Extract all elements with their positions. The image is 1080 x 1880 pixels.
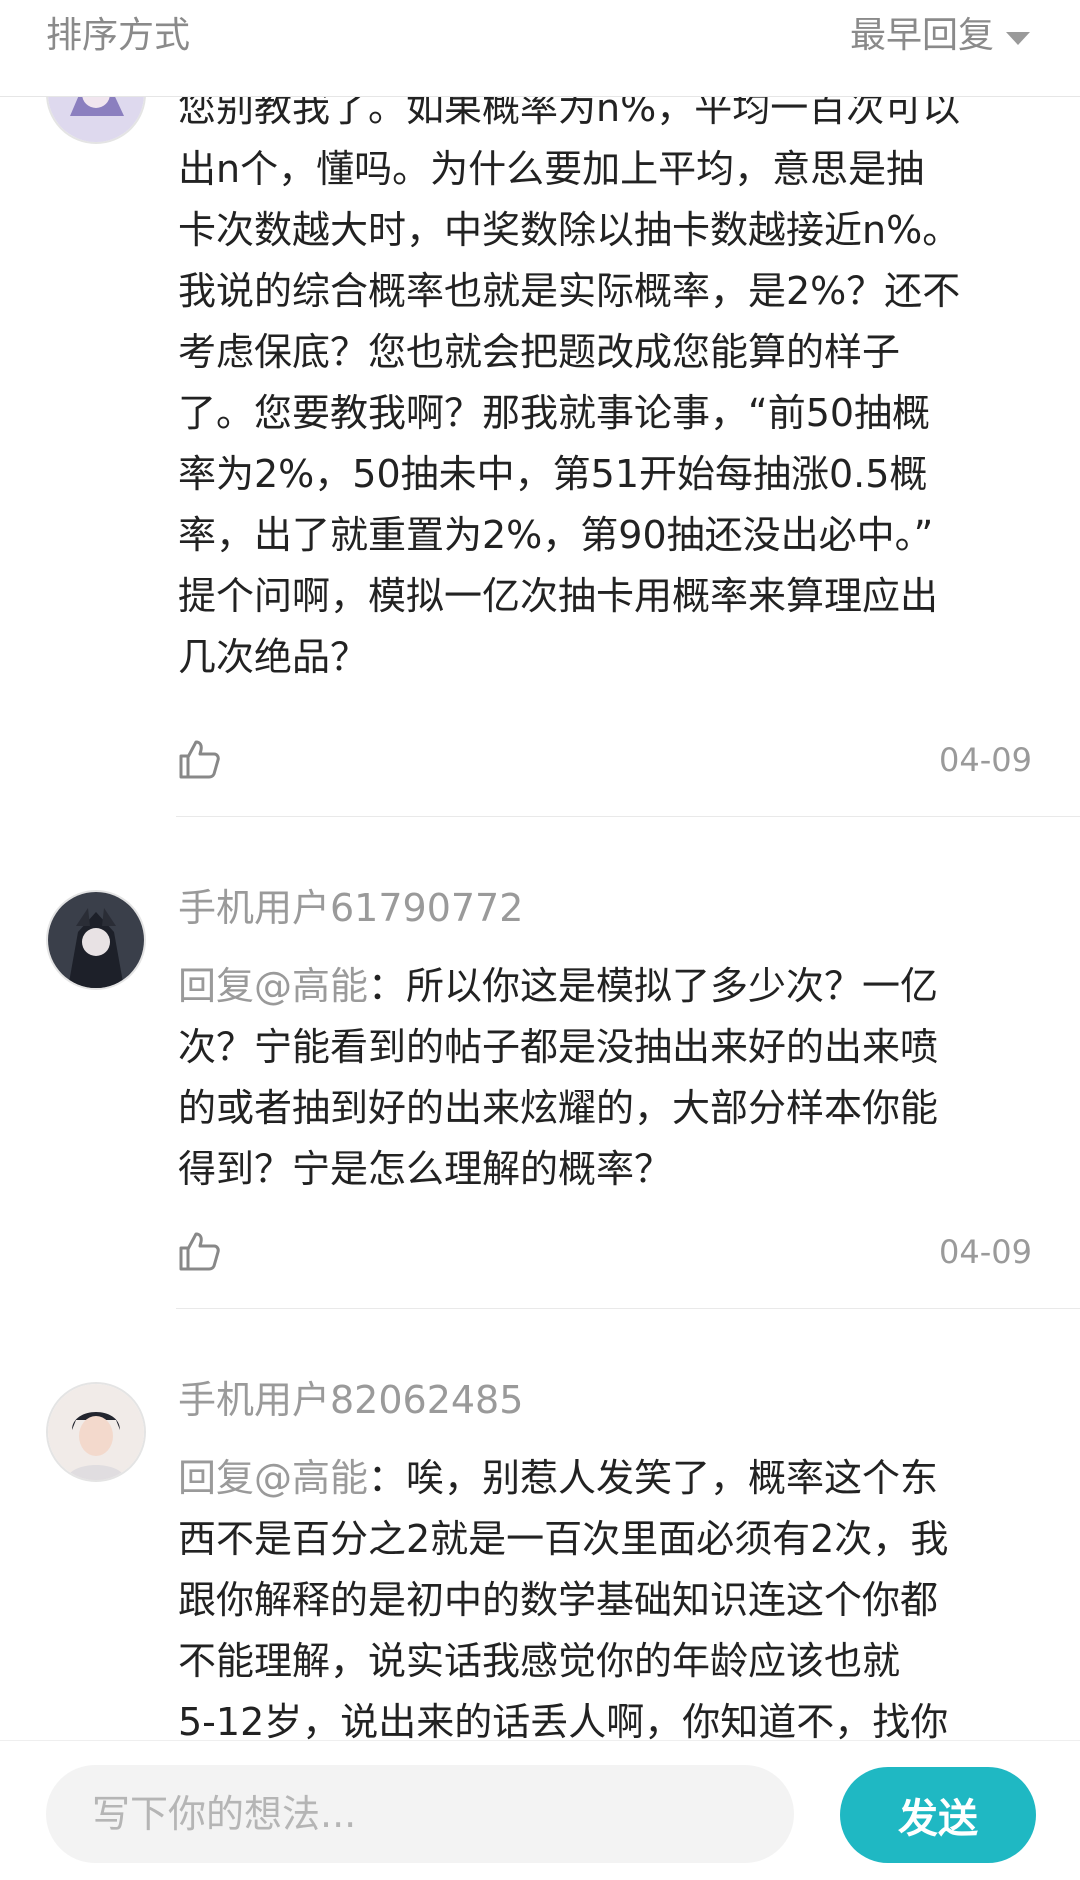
sort-value[interactable]: 最早回复	[850, 14, 994, 58]
sort-bar: 排序方式 最早回复	[0, 0, 1080, 97]
comment-text: 您别教我了。如果概率为n%，平均一百次可以 出n个，懂吗。为什么要加上平均，意思…	[178, 78, 1038, 688]
comment-date: 04-09	[939, 741, 1032, 779]
divider	[176, 1308, 1080, 1309]
send-button[interactable]: 发送	[840, 1767, 1036, 1863]
comment-input[interactable]	[46, 1765, 794, 1863]
sort-label: 排序方式	[46, 15, 191, 56]
thumbs-up-icon[interactable]	[176, 1228, 222, 1274]
reply-prefix[interactable]: 回复@高能	[178, 1456, 368, 1500]
comment-date: 04-09	[939, 1233, 1032, 1271]
comment-composer: 发送	[0, 1740, 1080, 1880]
comment-content: 您别教我了。如果概率为n%，平均一百次可以 出n个，懂吗。为什么要加上平均，意思…	[178, 86, 961, 679]
username[interactable]: 手机用户82062485	[178, 1376, 523, 1424]
avatar[interactable]	[46, 890, 146, 990]
reply-prefix[interactable]: 回复@高能	[178, 964, 368, 1008]
caret-down-icon[interactable]	[1006, 31, 1030, 45]
divider	[176, 816, 1080, 817]
sort-dropdown[interactable]: 最早回复	[850, 14, 1030, 58]
comment-text: 回复@高能：所以你这是模拟了多少次？一亿 次？宁能看到的帖子都是没抽出来好的出来…	[178, 956, 1038, 1200]
username[interactable]: 手机用户61790772	[178, 884, 523, 932]
comment-text: 回复@高能：唉，别惹人发笑了，概率这个东 西不是百分之2就是一百次里面必须有2次…	[178, 1448, 1038, 1753]
thumbs-up-icon[interactable]	[176, 736, 222, 782]
avatar[interactable]	[46, 1382, 146, 1482]
